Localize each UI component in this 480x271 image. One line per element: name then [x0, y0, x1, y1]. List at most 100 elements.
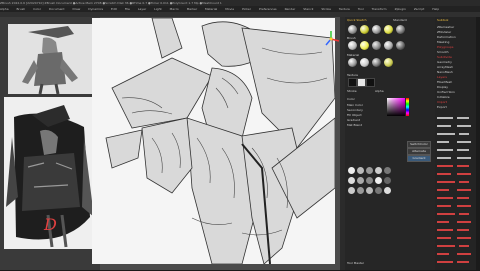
brush-section-label: Brush — [347, 36, 356, 40]
brush-slot-move[interactable] — [372, 25, 381, 34]
prop-item[interactable]: Layers — [437, 75, 447, 79]
prop-item[interactable]: NanoMesh — [437, 70, 453, 74]
setting-secondary[interactable]: Secondary — [347, 108, 363, 112]
brush-slot-row4-1[interactable] — [348, 177, 355, 184]
menu-item-help[interactable]: Help — [432, 7, 439, 11]
material-slot-matcap-white[interactable] — [360, 58, 369, 67]
menu-item-render[interactable]: Render — [285, 7, 296, 11]
menu-item-movie[interactable]: Movie — [225, 7, 234, 11]
prop-item[interactable]: Subdivide — [437, 55, 452, 59]
setting-gradient[interactable]: Gradient — [347, 118, 360, 122]
material-slot-basic[interactable] — [348, 58, 357, 67]
menu-item-layer[interactable]: Layer — [138, 7, 146, 11]
brush-slot-trimdynamic[interactable] — [360, 41, 369, 50]
menu-item-file[interactable]: File — [125, 7, 130, 11]
brush-slot-row5-1[interactable] — [348, 187, 355, 194]
brush-slot-snakehook[interactable] — [396, 41, 405, 50]
material-slot-skinshade[interactable] — [372, 58, 381, 67]
brush-slot-row3-4[interactable] — [375, 167, 382, 174]
brush-slot-standard[interactable] — [348, 25, 357, 34]
brush-slot-dam-standard[interactable] — [384, 25, 393, 34]
brush-slot-pinch[interactable] — [348, 41, 357, 50]
menu-item-brush[interactable]: Brush — [17, 7, 26, 11]
menu-item-picker[interactable]: Picker — [242, 7, 251, 11]
brush-slot-hpolish[interactable] — [372, 41, 381, 50]
palette-header-right: Standard — [393, 18, 407, 22]
color-picker-field[interactable] — [387, 98, 405, 116]
reference-image-painting: D — [4, 97, 96, 249]
prop-item[interactable]: FiberMesh — [437, 80, 452, 84]
brush-slot-row3-3[interactable] — [366, 167, 373, 174]
menu-item-zplugin[interactable]: Zplugin — [395, 7, 406, 11]
prop-item[interactable]: Masking — [437, 40, 449, 44]
properties-header: Subtool — [437, 18, 449, 22]
orientation-gizmo-icon[interactable] — [322, 30, 340, 48]
prop-item[interactable]: Smooth — [437, 50, 449, 54]
texture-slot[interactable] — [348, 78, 357, 87]
tool-properties-panel: Subtool ZRemesher ZModeler Deformation M… — [435, 17, 480, 270]
menu-item-texture[interactable]: Texture — [339, 7, 350, 11]
stroke-section-label: Stroke — [347, 89, 357, 93]
prop-item[interactable]: ArrayMesh — [437, 65, 453, 69]
prop-item[interactable]: Polygroups — [437, 45, 453, 49]
alpha-slot[interactable] — [357, 78, 366, 87]
brush-slot-row4-5[interactable] — [384, 177, 391, 184]
menu-item-dynamics[interactable]: Dynamics — [88, 7, 103, 11]
brush-slot-inflate[interactable] — [396, 25, 405, 34]
prop-item[interactable]: Initialize — [437, 95, 450, 99]
color-section-label: Color — [347, 97, 355, 101]
brush-slot-row4-2[interactable] — [357, 177, 364, 184]
prop-item[interactable]: Import — [437, 100, 447, 104]
alternate-button[interactable]: Alternate — [407, 148, 431, 155]
menu-item-stencil[interactable]: Stencil — [303, 7, 313, 11]
prop-item[interactable]: ZModeler — [437, 30, 451, 34]
palette-header-left: Quick Sketch — [347, 18, 367, 22]
menu-item-alpha[interactable]: Alpha — [0, 7, 9, 11]
brush-slot-row4-4[interactable] — [375, 177, 382, 184]
menu-item-draw[interactable]: Draw — [72, 7, 80, 11]
menu-item-macro[interactable]: Macro — [170, 7, 179, 11]
gradient-button[interactable]: Gradient — [407, 155, 431, 162]
brush-slot-row4-3[interactable] — [366, 177, 373, 184]
prop-item[interactable]: Export — [437, 105, 447, 109]
prop-item[interactable]: Display — [437, 85, 448, 89]
switch-color-button[interactable]: SwitchColor — [407, 141, 431, 148]
menu-item-edit[interactable]: Edit — [111, 7, 117, 11]
panel-scrollbar[interactable] — [476, 17, 480, 270]
menu-item-document[interactable]: Document — [49, 7, 65, 11]
brush-slot-smooth[interactable] — [384, 41, 393, 50]
menu-item-tool[interactable]: Tool — [358, 7, 364, 11]
brush-slot-row5-5[interactable] — [384, 187, 391, 194]
setting-mat-blend[interactable]: Mat Blend — [347, 123, 362, 127]
brush-slot-row3-1[interactable] — [348, 167, 355, 174]
properties-list-area — [437, 117, 475, 267]
prop-item[interactable]: ZRemesher — [437, 25, 454, 29]
menu-item-transform[interactable]: Transform — [372, 7, 387, 11]
material-slot-gold[interactable] — [384, 58, 393, 67]
brush-slot-row5-3[interactable] — [366, 187, 373, 194]
brush-slot-row5-2[interactable] — [357, 187, 364, 194]
prop-item[interactable]: Unified Skin — [437, 90, 455, 94]
setting-main-color[interactable]: Main Color — [347, 103, 363, 107]
menu-item-marker[interactable]: Marker — [187, 7, 197, 11]
brush-slot-row3-2[interactable] — [357, 167, 364, 174]
prop-item[interactable]: Deformation — [437, 35, 456, 39]
reference-image-sketch — [8, 24, 92, 94]
brush-slot-claybuildup[interactable] — [360, 25, 369, 34]
hue-slider[interactable] — [406, 98, 409, 116]
artist-signature: D — [44, 215, 57, 234]
menu-item-stroke[interactable]: Stroke — [321, 7, 331, 11]
prop-item[interactable]: Geometry — [437, 60, 452, 64]
sculpt-canvas[interactable] — [92, 18, 335, 264]
menu-item-zscript[interactable]: Zscript — [414, 7, 424, 11]
menu-item-color[interactable]: Color — [33, 7, 41, 11]
brush-material-palette: Quick Sketch Standard Brush Material Tex… — [345, 17, 435, 270]
material-section-label: Material — [347, 53, 360, 57]
menu-item-material[interactable]: Material — [205, 7, 217, 11]
menu-item-light[interactable]: Light — [154, 7, 162, 11]
setting-fill-object[interactable]: Fill Object — [347, 113, 362, 117]
menu-item-preferences[interactable]: Preferences — [259, 7, 277, 11]
stroke-slot[interactable] — [366, 78, 375, 87]
brush-slot-row5-4[interactable] — [375, 187, 382, 194]
brush-slot-row3-5[interactable] — [384, 167, 391, 174]
